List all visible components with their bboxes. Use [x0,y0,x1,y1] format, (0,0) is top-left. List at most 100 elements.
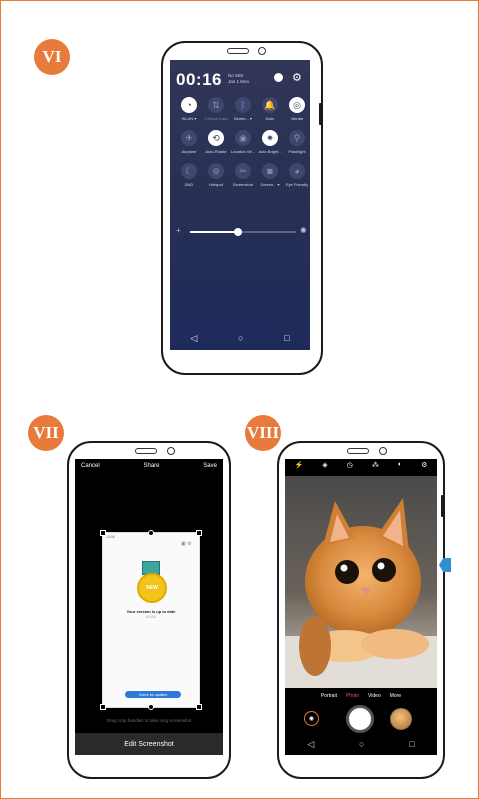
quick-tile-vibrate[interactable]: ◎ Vibrate [282,97,310,121]
recents-icon[interactable]: □ [284,333,289,343]
quick-tile-label: Cellular Data [204,116,228,121]
quick-tile-bell[interactable]: 🔔 Mute [255,97,285,121]
quick-tile-label: Screenshot [232,182,254,187]
front-camera [167,447,175,455]
quick-tile-screen-record[interactable]: ◙ Screen... ▾ [255,163,285,187]
editor-top-bar: Cancel Share Save [75,463,223,469]
crop-handle[interactable] [100,704,106,710]
crop-handle[interactable] [148,704,154,710]
clock: 00:16 [176,70,222,89]
quick-tile-eye[interactable]: ◕ Eye Friendly [282,163,310,187]
quick-tile-label: Vibrate [290,116,304,121]
gear-icon[interactable]: ⚙ [292,71,302,84]
quick-tile-hotspot[interactable]: ⊚ Hotspot [201,163,231,187]
brightness-icon: ✷ [262,130,278,146]
recents-icon[interactable]: □ [409,739,414,749]
save-button[interactable]: Save [203,463,217,469]
quick-tile-mobile-data[interactable]: ⇅ Cellular Data [201,97,231,121]
quick-tile-bluetooth[interactable]: ᛒ Blueto... ▾ [228,97,258,121]
camera-switch-icon[interactable]: ◉ [304,711,319,726]
camera-mode-more[interactable]: More [390,693,401,699]
gallery-thumbnail[interactable] [390,708,412,730]
quick-tile-label: Airplane [181,149,197,154]
front-camera [258,47,266,55]
screenshot-preview[interactable]: 13:06 ▣ ⚙ NEW Your version is up to date… [100,530,202,710]
vibrate-icon: ◎ [289,97,305,113]
camera-settings-icon[interactable]: ⚙ [421,461,427,469]
quick-tile-location[interactable]: ◉ Location Se... [228,130,258,154]
quick-tile-moon[interactable]: ☾ DND [174,163,204,187]
quick-tile-label: Auto-Rotate [205,149,227,154]
quick-settings-screen: 00:16 No SIM Jan 1 Mon ⚙ ◔ WLAN ▾ ⇅ Cellula… [170,60,310,350]
page-frame: VI 00:16 No SIM Jan 1 Mon ⚙ ◔ WLAN ▾ ⇅ Cell… [0,0,479,799]
quick-tile-label: Auto Bright... [258,149,282,154]
quick-tile-brightness[interactable]: ✷ Auto Bright... [255,130,285,154]
update-version: V1.0.0 [145,615,157,619]
minus-toggle-icon[interactable] [274,73,283,82]
screen-record-icon: ◙ [262,163,278,179]
update-title: Your version is up to date [126,609,176,614]
home-icon[interactable]: ○ [238,333,243,343]
rotate-icon: ⟲ [208,130,224,146]
speaker-grille [135,448,157,454]
filter-icon[interactable]: ⁂ [372,461,379,469]
hdr-icon[interactable]: ◈ [322,461,327,469]
nav-bar: ◁ ○ □ [285,733,437,755]
brightness-fill [190,231,238,233]
edit-screenshot-button[interactable]: Edit Screenshot [75,733,223,755]
scissors-icon: ✂ [235,163,251,179]
back-icon[interactable]: ◁ [190,333,197,344]
medal-icon: NEW [137,573,167,603]
camera-mode-video[interactable]: Video [368,693,381,699]
shutter-button[interactable] [346,705,374,733]
flash-icon[interactable]: ⚡ [295,461,304,469]
side-button [441,495,444,517]
eye-icon: ◕ [289,163,305,179]
camera-mode-photo[interactable]: Photo [346,693,359,699]
quick-tile-flashlight[interactable]: ⚲ Flashlight [282,130,310,154]
airplane-icon: ✈ [181,130,197,146]
quick-tile-label: WLAN ▾ [181,116,197,121]
brightness-knob[interactable] [233,228,242,236]
crop-handle[interactable] [196,530,202,536]
quick-tile-label: Mute [265,116,275,121]
speaker-grille [347,448,369,454]
brightness-low-icon: + [176,226,181,235]
crop-handle[interactable] [196,704,202,710]
quick-tile-label: Blueto... ▾ [234,116,252,121]
moon-icon: ☾ [181,163,197,179]
phone-camera: ⚡ ◈ ◷ ⁂ ◐ ⚙ Portrait Photo Video More ◉ … [277,441,445,779]
crop-handle[interactable] [148,530,154,536]
section-badge-viii: VIII [245,415,281,451]
share-button[interactable]: Share [143,463,159,469]
phone-quick-settings: 00:16 No SIM Jan 1 Mon ⚙ ◔ WLAN ▾ ⇅ Cellula… [161,41,323,375]
camera-viewfinder[interactable] [285,476,437,688]
quick-tile-wifi[interactable]: ◔ WLAN ▾ [174,97,204,121]
location-icon: ◉ [235,130,251,146]
quick-tile-airplane[interactable]: ✈ Airplane [174,130,204,154]
back-icon[interactable]: ◁ [307,739,314,750]
nav-bar: ◁ ○ □ [170,326,310,350]
preview-toolbar-icon: ▣ ⚙ [181,541,192,547]
camera-screen: ⚡ ◈ ◷ ⁂ ◐ ⚙ Portrait Photo Video More ◉ … [285,459,437,755]
speaker-grille [227,48,249,54]
brightness-slider[interactable] [190,228,296,236]
quick-tile-label: Flashlight [288,149,306,154]
flashlight-icon: ⚲ [289,130,305,146]
camera-mode-selector: Portrait Photo Video More [285,693,437,699]
section-badge-vii: VII [28,415,64,451]
timer-icon[interactable]: ◷ [347,461,353,469]
quick-tile-scissors[interactable]: ✂ Screenshot [228,163,258,187]
home-icon[interactable]: ○ [359,739,364,749]
crop-handle[interactable] [100,530,106,536]
wifi-icon: ◔ [181,97,197,113]
beauty-icon[interactable]: ◐ [398,461,402,469]
quick-tile-rotate[interactable]: ⟲ Auto-Rotate [201,130,231,154]
status-info: No SIM Jan 1 Mon [228,73,249,85]
check-updates-button[interactable]: Check for updates [125,691,181,698]
cancel-button[interactable]: Cancel [81,463,100,469]
phone-screenshot-editor: Cancel Share Save 13:06 ▣ ⚙ NEW Your ver… [67,441,231,779]
camera-mode-portrait[interactable]: Portrait [321,693,337,699]
brightness-high-icon: ✺ [300,226,307,235]
camera-top-bar: ⚡ ◈ ◷ ⁂ ◐ ⚙ [285,461,437,469]
